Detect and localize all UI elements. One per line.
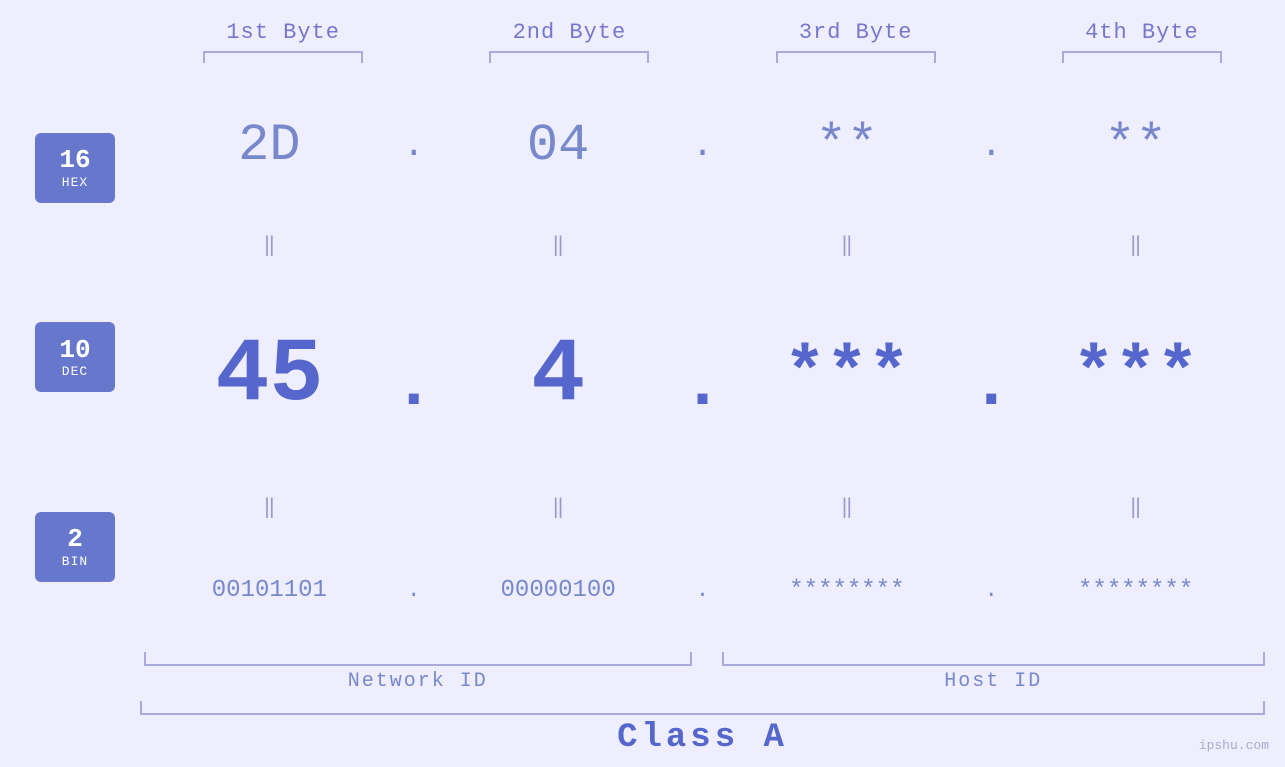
hex-byte2: 04	[429, 116, 688, 175]
byte2-top-bracket	[489, 51, 649, 63]
bin-sep2: .	[688, 578, 718, 603]
eq2-b3: ‖	[718, 492, 977, 522]
class-bracket-row	[0, 701, 1285, 715]
class-a-bracket	[140, 701, 1265, 715]
equals-row-1: ‖ ‖ ‖ ‖	[140, 230, 1265, 260]
dec-byte3: ***	[718, 336, 977, 415]
byte1-top-bracket	[203, 51, 363, 63]
bin-badge: 2 BIN	[35, 512, 115, 582]
host-id-bracket	[722, 652, 1266, 666]
dec-sep2: .	[688, 316, 718, 436]
eq1-b2: ‖	[429, 230, 688, 260]
dec-byte2: 4	[429, 325, 688, 427]
bottom-brackets-row	[0, 652, 1285, 666]
byte3-header: 3rd Byte	[713, 20, 999, 45]
class-a-row: Class A	[0, 719, 1285, 757]
watermark-text: ipshu.com	[1199, 738, 1269, 753]
hex-badge: 16 HEX	[35, 133, 115, 203]
hex-byte3: **	[718, 116, 977, 175]
id-labels-row: Network ID Host ID	[0, 670, 1285, 693]
dec-base-label: DEC	[62, 364, 88, 379]
main-data-area: 16 HEX 10 DEC 2 BIN 2D . 04 . ** . **	[0, 63, 1285, 652]
dec-byte1: 45	[140, 325, 399, 427]
hex-base-label: HEX	[62, 175, 88, 190]
hex-sep2: .	[688, 125, 718, 166]
hex-byte1: 2D	[140, 116, 399, 175]
byte4-header: 4th Byte	[999, 20, 1285, 45]
data-rows-wrapper: 2D . 04 . ** . ** ‖ ‖ ‖ ‖ 45 .	[140, 63, 1285, 652]
dec-sep3: .	[976, 316, 1006, 436]
bin-base-label: BIN	[62, 554, 88, 569]
bin-data-row: 00101101 . 00000100 . ******** . *******…	[140, 577, 1265, 604]
equals-row-2: ‖ ‖ ‖ ‖	[140, 492, 1265, 522]
eq1-b4: ‖	[1006, 230, 1265, 260]
hex-byte4: **	[1006, 116, 1265, 175]
dec-badge: 10 DEC	[35, 322, 115, 392]
byte2-header: 2nd Byte	[426, 20, 712, 45]
eq2-b1: ‖	[140, 492, 399, 522]
bin-sep1: .	[399, 578, 429, 603]
main-container: 1st Byte 2nd Byte 3rd Byte 4th Byte 16 H…	[0, 0, 1285, 767]
dec-byte4: ***	[1006, 336, 1265, 415]
byte-headers: 1st Byte 2nd Byte 3rd Byte 4th Byte	[0, 20, 1285, 45]
bin-base-number: 2	[67, 525, 83, 554]
byte3-top-bracket	[776, 51, 936, 63]
bin-byte4: ********	[1006, 577, 1265, 604]
host-id-label: Host ID	[722, 670, 1266, 693]
eq2-b2: ‖	[429, 492, 688, 522]
bin-byte2: 00000100	[429, 577, 688, 604]
hex-base-number: 16	[59, 146, 90, 175]
hex-sep1: .	[399, 125, 429, 166]
byte4-top-bracket	[1062, 51, 1222, 63]
dec-base-number: 10	[59, 336, 90, 365]
hex-data-row: 2D . 04 . ** . **	[140, 116, 1265, 175]
bin-sep3: .	[976, 578, 1006, 603]
byte1-header: 1st Byte	[140, 20, 426, 45]
top-brackets	[0, 51, 1285, 63]
eq1-b3: ‖	[718, 230, 977, 260]
eq1-b1: ‖	[140, 230, 399, 260]
dec-data-row: 45 . 4 . *** . ***	[140, 316, 1265, 436]
network-id-label: Network ID	[144, 670, 692, 693]
class-a-label: Class A	[140, 719, 1265, 757]
base-labels-column: 16 HEX 10 DEC 2 BIN	[10, 63, 140, 652]
eq2-b4: ‖	[1006, 492, 1265, 522]
bin-byte3: ********	[718, 577, 977, 604]
hex-sep3: .	[976, 125, 1006, 166]
bin-byte1: 00101101	[140, 577, 399, 604]
network-id-bracket	[144, 652, 692, 666]
dec-sep1: .	[399, 316, 429, 436]
